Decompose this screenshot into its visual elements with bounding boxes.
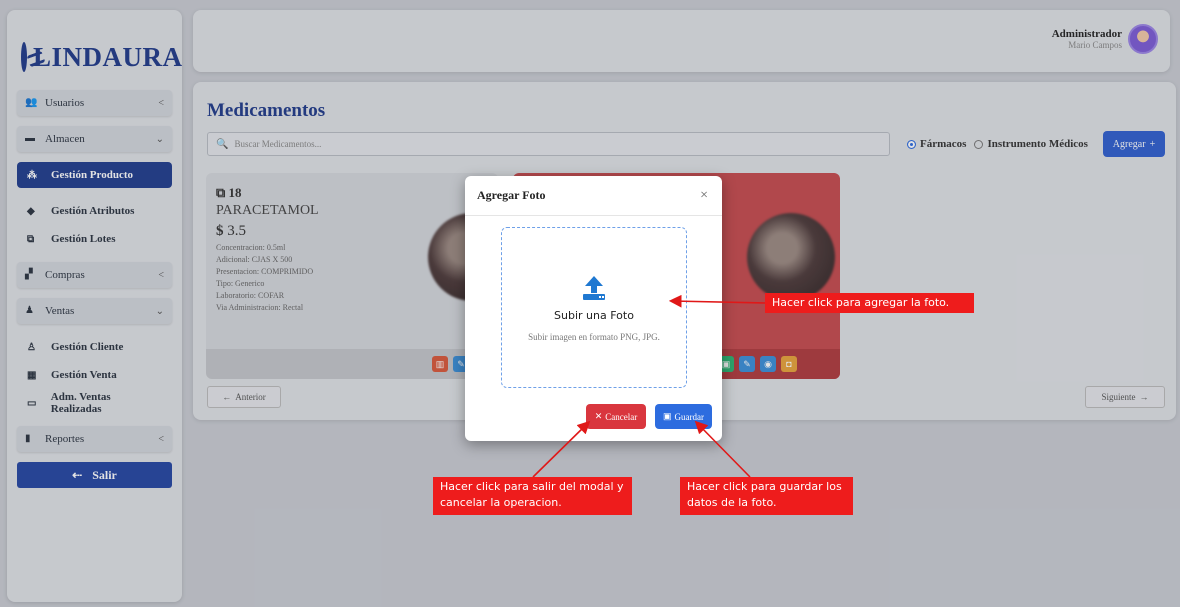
callout-upload: Hacer click para agregar la foto. xyxy=(765,293,974,313)
close-icon[interactable]: × xyxy=(700,188,708,204)
dropzone-title: Subir una Foto xyxy=(554,309,634,322)
photo-dropzone[interactable]: Subir una Foto Subir imagen en formato P… xyxy=(501,227,687,388)
save-icon: ▣ xyxy=(663,411,672,421)
callout-save: Hacer click para guardar los datos de la… xyxy=(680,477,853,515)
upload-icon xyxy=(583,276,605,300)
cancel-label: Cancelar xyxy=(605,411,638,422)
add-photo-modal: Agregar Foto × Subir una Foto Subir imag… xyxy=(465,176,722,441)
modal-header: Agregar Foto × xyxy=(465,176,722,216)
x-icon: ✕ xyxy=(594,411,603,421)
save-button[interactable]: ▣ Guardar xyxy=(655,404,712,429)
cancel-button[interactable]: ✕ Cancelar xyxy=(586,404,646,429)
save-label: Guardar xyxy=(674,411,704,422)
modal-title: Agregar Foto xyxy=(477,188,546,202)
dropzone-subtitle: Subir imagen en formato PNG, JPG. xyxy=(528,332,660,342)
callout-cancel: Hacer click para salir del modal y cance… xyxy=(433,477,632,515)
